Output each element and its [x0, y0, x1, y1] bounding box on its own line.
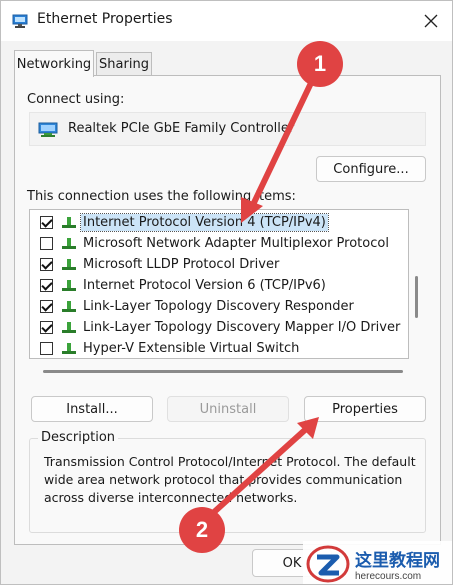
tab-networking[interactable]: Networking — [14, 50, 94, 77]
ethernet-properties-dialog: Ethernet Properties Networking Sharing C… — [0, 0, 453, 585]
annotation-badge-2: 2 — [179, 507, 225, 553]
annotation-arrow-2 — [210, 426, 309, 516]
annotation-badge-1: 1 — [297, 41, 343, 87]
watermark-url: herecours.com — [355, 570, 422, 582]
annotation-arrow-1 — [248, 80, 314, 212]
annotation-arrows — [210, 80, 319, 516]
watermark-logo-icon — [306, 545, 350, 582]
watermark-title: 这里教程网 — [355, 550, 440, 571]
watermark: 这里教程网 herecours.com — [303, 541, 452, 584]
